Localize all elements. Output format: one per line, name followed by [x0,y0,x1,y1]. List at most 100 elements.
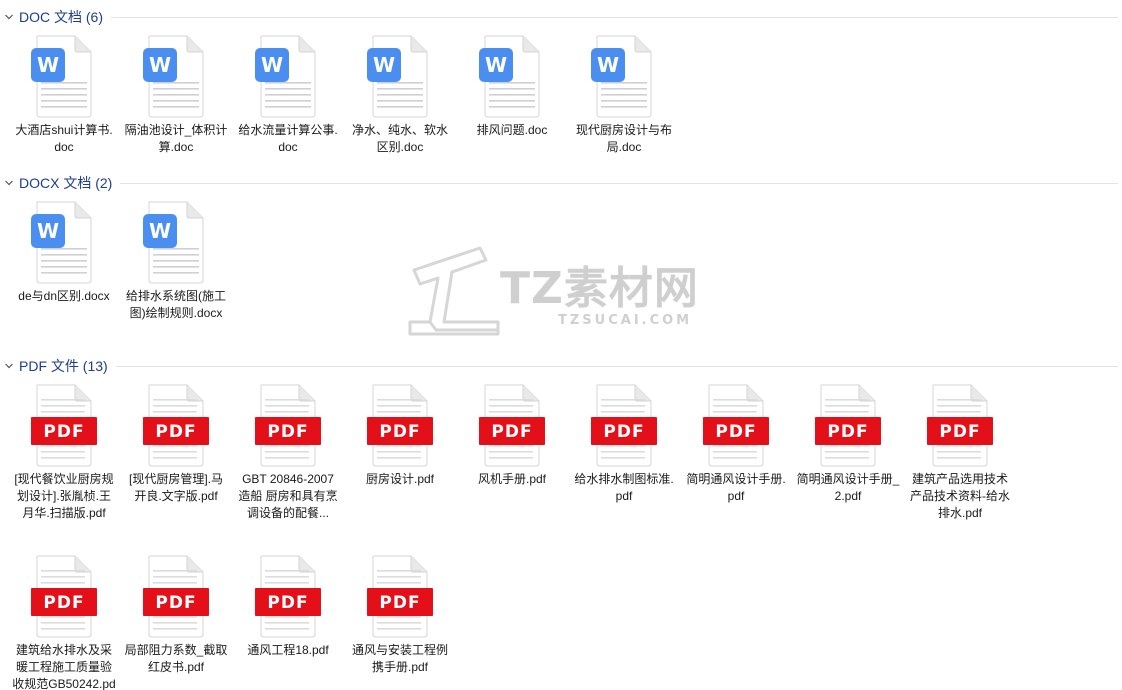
file-icon-container: W [120,196,232,288]
file-name: 给水流量计算公事.doc [238,123,338,154]
pdf-document-icon: PDF [815,384,881,467]
svg-text:PDF: PDF [491,422,532,442]
file-name: 排风问题.doc [476,123,548,137]
file-item[interactable]: W 给排水系统图(施工图)绘制规则.docx [120,196,232,367]
svg-text:W: W [485,53,507,77]
word-document-icon: W [31,201,92,284]
file-icon-container: W [232,30,344,122]
file-item[interactable]: PDF GBT 20846-2007 造船 厨房和具有烹调设备的配餐... [232,379,344,550]
file-icon-container: PDF [792,379,904,471]
pdf-document-icon: PDF [255,384,321,467]
file-icon-container: PDF [232,550,344,642]
svg-text:W: W [149,219,171,243]
file-icon-container: PDF [344,379,456,471]
group-divider [120,182,1118,184]
file-item[interactable]: PDF 通风工程18.pdf [232,550,344,690]
file-name: 通风工程18.pdf [247,643,329,657]
word-document-icon: W [143,35,204,118]
svg-text:PDF: PDF [43,422,84,442]
word-document-icon: W [479,35,540,118]
file-icon-container: PDF [904,379,1016,471]
svg-text:PDF: PDF [715,422,756,442]
file-item[interactable]: PDF [现代厨房管理].马开良.文字版.pdf [120,379,232,550]
file-icon-container: PDF [120,550,232,642]
file-name: 现代厨房设计与布局.doc [575,123,672,154]
svg-text:PDF: PDF [827,422,868,442]
pdf-document-icon: PDF [31,555,97,638]
svg-text:W: W [597,53,619,77]
svg-text:PDF: PDF [379,593,420,613]
chevron-down-icon[interactable] [0,173,18,193]
file-name: 风机手册.pdf [477,472,547,486]
pdf-document-icon: PDF [927,384,993,467]
file-icon-container: PDF [344,550,456,642]
file-icon-container: W [568,30,680,122]
file-item[interactable]: PDF [现代餐饮业厨房规划设计].张胤桢.王月华.扫描版.pdf [8,379,120,550]
pdf-document-icon: PDF [143,384,209,467]
file-icon-container: PDF [232,379,344,471]
file-name: 建筑给水排水及采暖工程施工质量验收规范GB50242.pdf [12,643,116,690]
word-document-icon: W [591,35,652,118]
file-name: GBT 20846-2007 造船 厨房和具有烹调设备的配餐... [238,472,338,520]
group-header-pdf[interactable]: PDF 文件 (13) [0,356,1122,376]
pdf-document-icon: PDF [479,384,545,467]
file-name: 隔油池设计_体积计算.doc [124,123,228,154]
file-name: 给水排水制图标准.pdf [574,472,674,503]
pdf-document-icon: PDF [143,555,209,638]
file-icon-container: PDF [120,379,232,471]
group-title: DOCX 文档 (2) [19,175,113,191]
word-document-icon: W [367,35,428,118]
group-header-wordx[interactable]: DOCX 文档 (2) [0,173,1122,193]
file-icon-container: W [120,30,232,122]
file-item[interactable]: Wde与dn区别.docx [8,196,120,367]
file-name: 厨房设计.pdf [365,472,435,486]
svg-text:PDF: PDF [43,593,84,613]
svg-text:W: W [261,53,283,77]
file-item[interactable]: PDF 建筑产品选用技术产品技术资料-给水排水.pdf [904,379,1016,550]
svg-text:W: W [37,219,59,243]
pdf-document-icon: PDF [703,384,769,467]
file-name: 净水、纯水、软水区别.doc [351,123,448,154]
file-item[interactable]: PDF 简明通风设计手册.pdf [680,379,792,550]
file-item[interactable]: PDF 简明通风设计手册_2.pdf [792,379,904,550]
svg-text:PDF: PDF [379,422,420,442]
svg-text:PDF: PDF [267,593,308,613]
file-icon-container: W [8,30,120,122]
file-name: 建筑产品选用技术产品技术资料-给水排水.pdf [910,472,1010,520]
file-name: 局部阻力系数_截取红皮书.pdf [124,643,228,674]
pdf-document-icon: PDF [367,384,433,467]
pdf-document-icon: PDF [367,555,433,638]
file-item[interactable]: PDF 通风与安装工程例携手册.pdf [344,550,456,690]
file-icon-container: W [456,30,568,122]
file-name: 大酒店shui计算书.doc [15,123,113,154]
file-name: 简明通风设计手册_2.pdf [796,472,900,503]
group-title: DOC 文档 (6) [19,9,103,25]
file-name: 通风与安装工程例携手册.pdf [351,643,448,674]
file-name: [现代厨房管理].马开良.文字版.pdf [128,472,223,503]
file-icon-container: W [344,30,456,122]
svg-text:PDF: PDF [267,422,308,442]
file-name: 简明通风设计手册.pdf [686,472,786,503]
chevron-down-icon[interactable] [0,7,18,27]
file-item[interactable]: PDF 厨房设计.pdf [344,379,456,550]
file-item[interactable]: PDF 局部阻力系数_截取红皮书.pdf [120,550,232,690]
file-item[interactable]: PDF 风机手册.pdf [456,379,568,550]
svg-text:PDF: PDF [155,422,196,442]
word-document-icon: W [31,35,92,118]
word-document-icon: W [255,35,316,118]
file-item[interactable]: PDF 给水排水制图标准.pdf [568,379,680,550]
file-icon-container: PDF [456,379,568,471]
chevron-down-icon[interactable] [0,356,18,376]
file-grid-wordx: Wde与dn区别.docx W 给排水系统图(施工图)绘制规则.docx [8,196,1120,367]
pdf-document-icon: PDF [591,384,657,467]
file-icon-container: PDF [8,550,120,642]
group-divider [115,365,1118,367]
svg-text:W: W [373,53,395,77]
svg-text:PDF: PDF [155,593,196,613]
word-document-icon: W [143,201,204,284]
group-header-word[interactable]: DOC 文档 (6) [0,7,1122,27]
file-name: de与dn区别.docx [18,289,110,303]
group-title: PDF 文件 (13) [19,358,108,374]
pdf-document-icon: PDF [31,384,97,467]
file-item[interactable]: PDF 建筑给水排水及采暖工程施工质量验收规范GB50242.pdf [8,550,120,690]
